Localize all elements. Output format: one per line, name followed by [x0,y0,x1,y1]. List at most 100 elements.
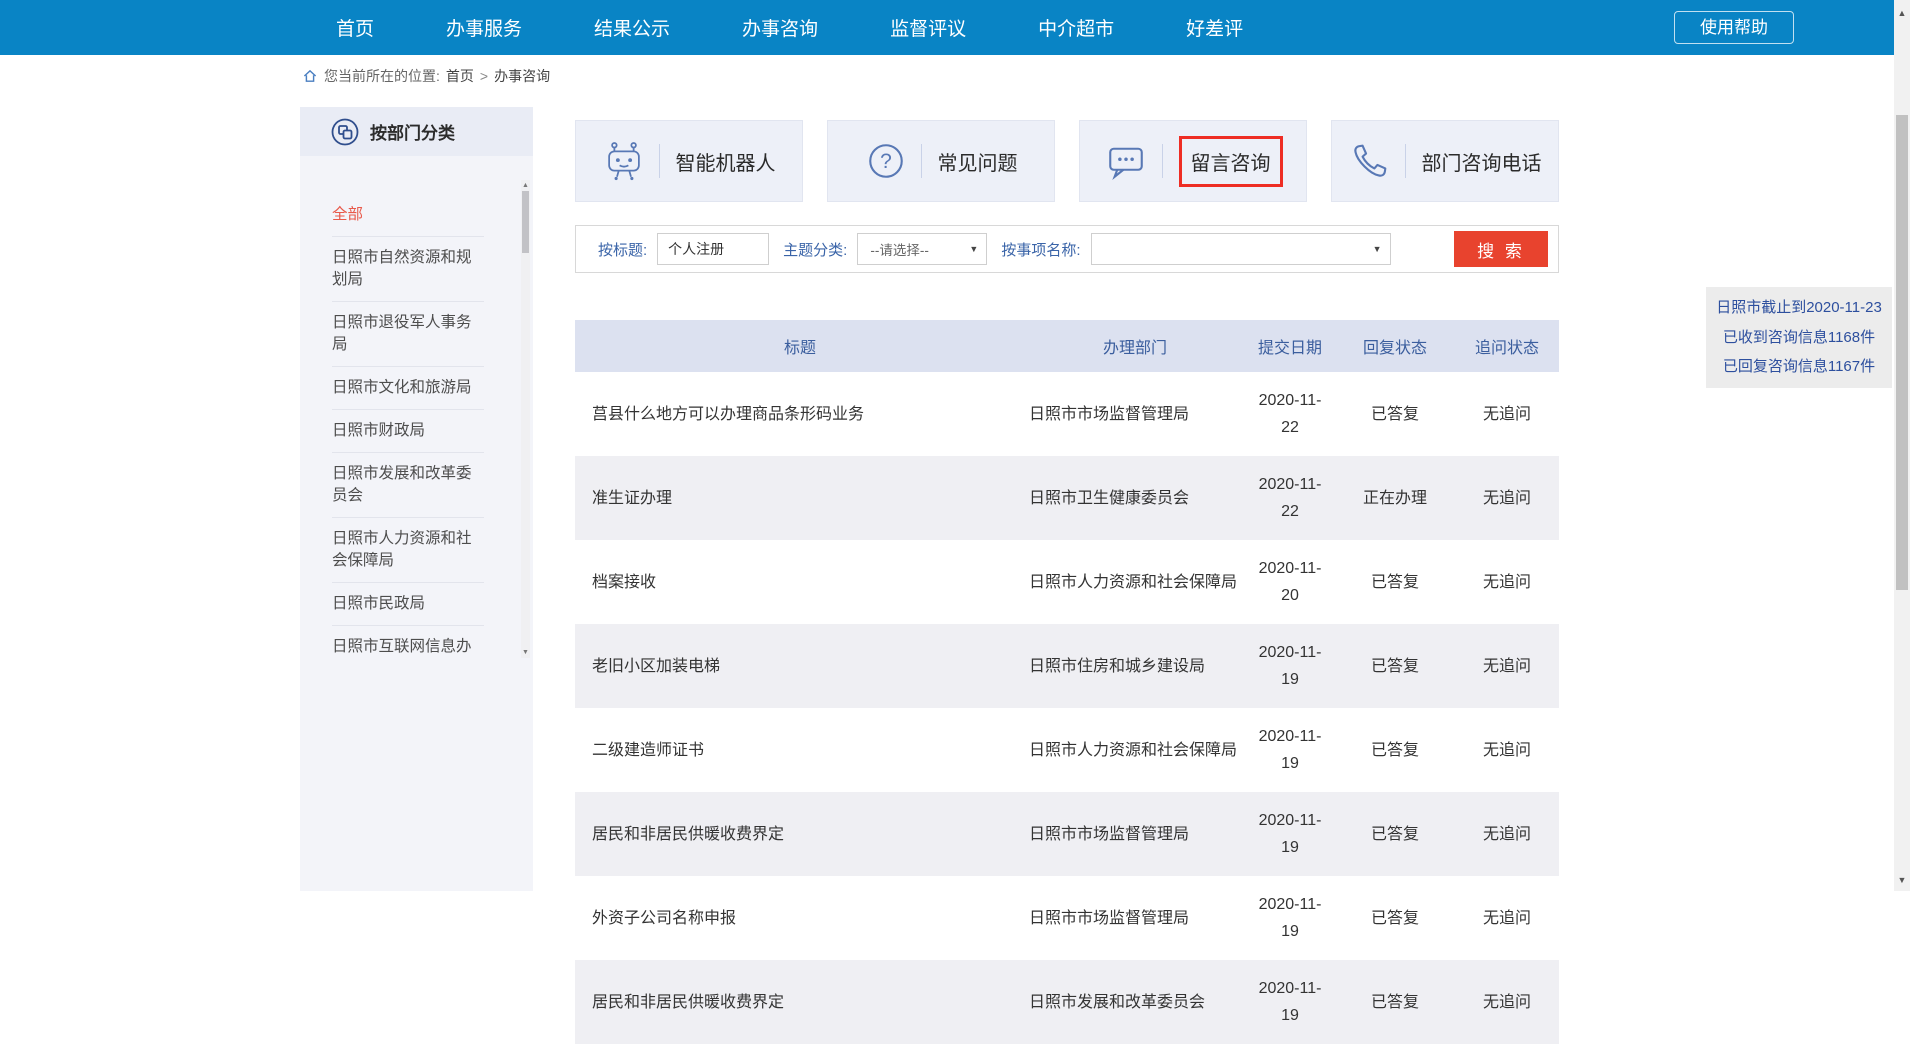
stats-line: 已回复咨询信息1167件 [1712,352,1886,382]
table-row[interactable]: 居民和非居民供暖收费界定 日照市发展和改革委员会 2020-11-19 已答复 … [575,960,1559,1044]
svg-text:?: ? [880,150,892,173]
col-department: 办理部门 [1025,320,1245,372]
row-follow-status: 无追问 [1455,960,1559,1044]
table-row[interactable]: 居民和非居民供暖收费界定 日照市市场监督管理局 2020-11-19 已答复 无… [575,792,1559,876]
row-date: 2020-11-19 [1245,624,1335,708]
robot-icon [603,139,645,183]
nav-item-services[interactable]: 办事服务 [446,14,522,41]
stats-line: 日照市截止到2020-11-23 [1712,293,1886,323]
row-title[interactable]: 居民和非居民供暖收费界定 [575,960,1025,1044]
main-content: 智能机器人 ? 常见问题 留言咨询 [575,120,1559,202]
top-navigation-bar: 首页 办事服务 结果公示 办事咨询 监督评议 中介超市 好差评 使用帮助 [0,0,1894,55]
breadcrumb: 您当前所在的位置: 首页 > 办事咨询 [302,66,556,86]
table-row[interactable]: 老旧小区加装电梯 日照市住房和城乡建设局 2020-11-19 已答复 无追问 [575,624,1559,708]
row-follow-status: 无追问 [1455,792,1559,876]
sidebar-item-human-resources[interactable]: 日照市人力资源和社会保障局 [332,518,484,583]
nav-item-rating[interactable]: 好差评 [1186,14,1243,41]
browser-scrollbar[interactable]: ▲ ▼ [1894,0,1910,891]
row-reply-status: 已答复 [1335,708,1455,792]
scrollbar-thumb[interactable] [1896,115,1908,590]
tab-label: 智能机器人 [676,147,776,176]
row-follow-status: 无追问 [1455,372,1559,456]
tab-phone-consult[interactable]: 部门咨询电话 [1331,120,1559,202]
row-date: 2020-11-22 [1245,372,1335,456]
table-row[interactable]: 莒县什么地方可以办理商品条形码业务 日照市市场监督管理局 2020-11-22 … [575,372,1559,456]
breadcrumb-prefix: 您当前所在的位置: [324,66,440,86]
tab-faq[interactable]: ? 常见问题 [827,120,1055,202]
row-follow-status: 无追问 [1455,708,1559,792]
row-follow-status: 无追问 [1455,456,1559,540]
sidebar-scroll-down-icon[interactable]: ▼ [521,649,530,656]
row-date: 2020-11-19 [1245,960,1335,1044]
sidebar-scrollbar[interactable]: ▲ ▼ [521,180,530,658]
table-row[interactable]: 二级建造师证书 日照市人力资源和社会保障局 2020-11-19 已答复 无追问 [575,708,1559,792]
table-row[interactable]: 档案接收 日照市人力资源和社会保障局 2020-11-20 已答复 无追问 [575,540,1559,624]
row-date: 2020-11-22 [1245,456,1335,540]
sidebar-item-natural-resources[interactable]: 日照市自然资源和规划局 [332,237,484,302]
sidebar-item-culture-tourism[interactable]: 日照市文化和旅游局 [332,367,484,410]
table-row[interactable]: 外资子公司名称申报 日照市市场监督管理局 2020-11-19 已答复 无追问 [575,876,1559,960]
row-department: 日照市住房和城乡建设局 [1025,624,1245,708]
row-department: 日照市卫生健康委员会 [1025,456,1245,540]
sidebar-item-civil-affairs[interactable]: 日照市民政局 [332,583,484,626]
nav-item-agency[interactable]: 中介超市 [1038,14,1114,41]
sidebar-item-development-reform[interactable]: 日照市发展和改革委员会 [332,453,484,518]
sidebar-item-veterans-affairs[interactable]: 日照市退役军人事务局 [332,302,484,367]
table-row[interactable]: 准生证办理 日照市卫生健康委员会 2020-11-22 正在办理 无追问 [575,456,1559,540]
row-date: 2020-11-19 [1245,876,1335,960]
tab-message-consult[interactable]: 留言咨询 [1079,120,1307,202]
row-title[interactable]: 档案接收 [575,540,1025,624]
sidebar-item-finance[interactable]: 日照市财政局 [332,410,484,453]
sidebar-item-internet-info[interactable]: 日照市互联网信息办 [332,626,484,668]
nav-item-consult[interactable]: 办事咨询 [742,14,818,41]
phone-icon [1349,140,1391,182]
row-reply-status: 已答复 [1335,624,1455,708]
nav-item-home[interactable]: 首页 [336,14,374,41]
nav-item-results[interactable]: 结果公示 [594,14,670,41]
scroll-down-icon[interactable]: ▼ [1894,875,1910,885]
row-department: 日照市人力资源和社会保障局 [1025,708,1245,792]
title-filter-label: 按标题: [598,239,647,260]
tab-label: 部门咨询电话 [1422,147,1542,176]
col-title: 标题 [575,320,1025,372]
search-button[interactable]: 搜 索 [1454,231,1548,267]
sidebar-title: 按部门分类 [370,119,455,144]
sidebar-scrollbar-thumb[interactable] [522,191,529,253]
sidebar-item-all[interactable]: 全部 [332,194,484,237]
row-title[interactable]: 准生证办理 [575,456,1025,540]
row-department: 日照市市场监督管理局 [1025,876,1245,960]
help-button[interactable]: 使用帮助 [1674,11,1794,44]
breadcrumb-home-link[interactable]: 首页 [446,66,474,86]
row-follow-status: 无追问 [1455,624,1559,708]
row-title[interactable]: 外资子公司名称申报 [575,876,1025,960]
search-bar: 按标题: 主题分类: --请选择-- ▼ 按事项名称: ▼ 搜 索 [575,225,1559,273]
scroll-up-icon[interactable]: ▲ [1894,8,1910,18]
row-reply-status: 已答复 [1335,876,1455,960]
category-icon [330,117,360,147]
row-department: 日照市人力资源和社会保障局 [1025,540,1245,624]
table-header-row: 标题 办理部门 提交日期 回复状态 追问状态 [575,320,1559,372]
col-date: 提交日期 [1245,320,1335,372]
category-select[interactable]: --请选择-- ▼ [857,233,987,265]
row-title[interactable]: 二级建造师证书 [575,708,1025,792]
row-title[interactable]: 莒县什么地方可以办理商品条形码业务 [575,372,1025,456]
nav-item-supervision[interactable]: 监督评议 [890,14,966,41]
row-reply-status: 已答复 [1335,960,1455,1044]
department-sidebar: 按部门分类 全部 日照市自然资源和规划局 日照市退役军人事务局 日照市文化和旅游… [300,107,533,891]
row-date: 2020-11-19 [1245,708,1335,792]
title-search-input[interactable] [657,233,769,265]
row-title[interactable]: 居民和非居民供暖收费界定 [575,792,1025,876]
row-title[interactable]: 老旧小区加装电梯 [575,624,1025,708]
stats-line: 已收到咨询信息1168件 [1712,323,1886,353]
col-follow-status: 追问状态 [1455,320,1559,372]
breadcrumb-current: 办事咨询 [494,66,550,86]
item-name-select[interactable]: ▼ [1091,233,1391,265]
divider [1405,144,1406,178]
divider [921,144,922,178]
sidebar-scroll-up-icon[interactable]: ▲ [521,182,530,189]
row-reply-status: 正在办理 [1335,456,1455,540]
tab-label: 常见问题 [938,147,1018,176]
home-icon [302,68,318,84]
tab-smart-robot[interactable]: 智能机器人 [575,120,803,202]
chevron-down-icon: ▼ [1373,244,1382,254]
